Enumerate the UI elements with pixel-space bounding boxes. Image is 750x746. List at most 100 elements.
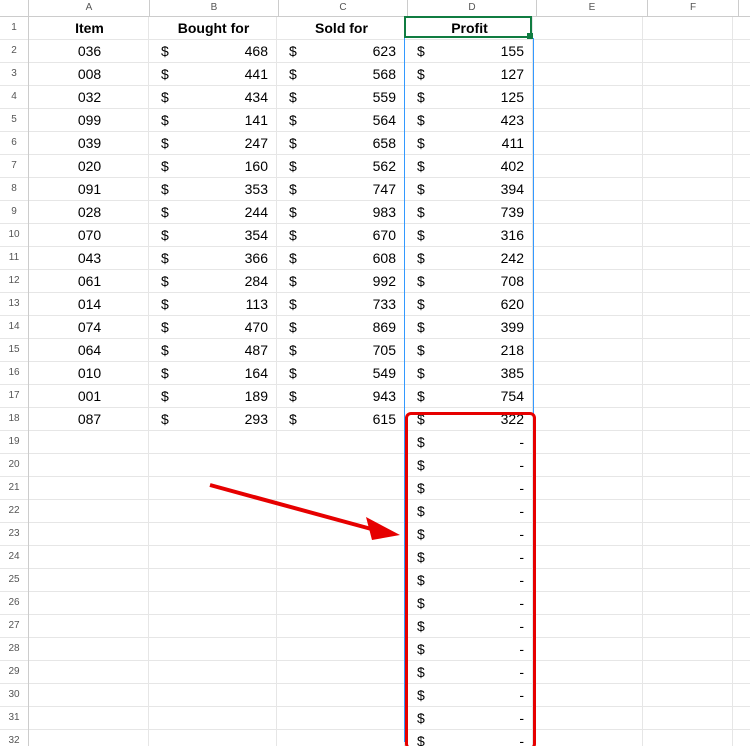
cell-F8[interactable]: [643, 178, 733, 200]
cell-profit-empty[interactable]: $ -: [405, 592, 533, 614]
cell-profit[interactable]: $ 316: [405, 224, 533, 246]
cell-item[interactable]: 001: [29, 385, 149, 407]
cell-E4[interactable]: [533, 86, 643, 108]
cell-profit-empty[interactable]: $ -: [405, 546, 533, 568]
cell-sold[interactable]: $ 983: [277, 201, 405, 223]
cell-F28[interactable]: [643, 638, 733, 660]
cell-B26[interactable]: [149, 592, 277, 614]
cell-profit-empty[interactable]: $ -: [405, 615, 533, 637]
cell-F26[interactable]: [643, 592, 733, 614]
cell-E12[interactable]: [533, 270, 643, 292]
cell-B29[interactable]: [149, 661, 277, 683]
cell-profit[interactable]: $ 411: [405, 132, 533, 154]
cell-item[interactable]: 074: [29, 316, 149, 338]
row-header-1[interactable]: 1: [0, 17, 28, 40]
cell-C22[interactable]: [277, 500, 405, 522]
cell-C24[interactable]: [277, 546, 405, 568]
cell-E5[interactable]: [533, 109, 643, 131]
cell-profit[interactable]: $ 155: [405, 40, 533, 62]
cell-F2[interactable]: [643, 40, 733, 62]
cell-sold[interactable]: $ 615: [277, 408, 405, 430]
cell-A27[interactable]: [29, 615, 149, 637]
cell-bought[interactable]: $ 468: [149, 40, 277, 62]
cell-E7[interactable]: [533, 155, 643, 177]
cell-profit[interactable]: $ 754: [405, 385, 533, 407]
cell-B27[interactable]: [149, 615, 277, 637]
cell-sold[interactable]: $ 559: [277, 86, 405, 108]
cell-E2[interactable]: [533, 40, 643, 62]
cell-B20[interactable]: [149, 454, 277, 476]
cell-B22[interactable]: [149, 500, 277, 522]
cell-bought[interactable]: $ 164: [149, 362, 277, 384]
cell-F9[interactable]: [643, 201, 733, 223]
row-header-25[interactable]: 25: [0, 569, 28, 592]
col-header-E[interactable]: E: [537, 0, 648, 16]
row-header-21[interactable]: 21: [0, 477, 28, 500]
cell-E16[interactable]: [533, 362, 643, 384]
cell-profit-empty[interactable]: $ -: [405, 477, 533, 499]
row-header-22[interactable]: 22: [0, 500, 28, 523]
cell-item[interactable]: 039: [29, 132, 149, 154]
cell-bought[interactable]: $ 434: [149, 86, 277, 108]
cell-profit-empty[interactable]: $ -: [405, 500, 533, 522]
row-header-32[interactable]: 32: [0, 730, 28, 746]
cell-profit[interactable]: $ 242: [405, 247, 533, 269]
cell-item[interactable]: 064: [29, 339, 149, 361]
cell-profit-empty[interactable]: $ -: [405, 638, 533, 660]
cell-item[interactable]: 070: [29, 224, 149, 246]
cell-B19[interactable]: [149, 431, 277, 453]
cell-profit[interactable]: $ 385: [405, 362, 533, 384]
cell-F31[interactable]: [643, 707, 733, 729]
cell-E13[interactable]: [533, 293, 643, 315]
row-header-6[interactable]: 6: [0, 132, 28, 155]
cell-sold[interactable]: $ 562: [277, 155, 405, 177]
cell-E28[interactable]: [533, 638, 643, 660]
row-header-19[interactable]: 19: [0, 431, 28, 454]
cell-profit[interactable]: $ 739: [405, 201, 533, 223]
cell-bought[interactable]: $ 189: [149, 385, 277, 407]
row-header-8[interactable]: 8: [0, 178, 28, 201]
col-header-B[interactable]: B: [150, 0, 279, 16]
cell-F15[interactable]: [643, 339, 733, 361]
cell-E3[interactable]: [533, 63, 643, 85]
cell-C26[interactable]: [277, 592, 405, 614]
cell-C19[interactable]: [277, 431, 405, 453]
cell-B31[interactable]: [149, 707, 277, 729]
cell-item[interactable]: 061: [29, 270, 149, 292]
cell-sold[interactable]: $ 549: [277, 362, 405, 384]
cell-E29[interactable]: [533, 661, 643, 683]
cell-sold[interactable]: $ 564: [277, 109, 405, 131]
cell-F6[interactable]: [643, 132, 733, 154]
cell-E25[interactable]: [533, 569, 643, 591]
cell-E20[interactable]: [533, 454, 643, 476]
cell-F19[interactable]: [643, 431, 733, 453]
cell-F13[interactable]: [643, 293, 733, 315]
cell-item[interactable]: 014: [29, 293, 149, 315]
cell-profit[interactable]: $ 394: [405, 178, 533, 200]
cell-F20[interactable]: [643, 454, 733, 476]
row-header-10[interactable]: 10: [0, 224, 28, 247]
cell-item[interactable]: 099: [29, 109, 149, 131]
cell-B28[interactable]: [149, 638, 277, 660]
cell-E10[interactable]: [533, 224, 643, 246]
cell-bought[interactable]: $ 441: [149, 63, 277, 85]
cell-E14[interactable]: [533, 316, 643, 338]
cell-bought[interactable]: $ 160: [149, 155, 277, 177]
cell-C32[interactable]: [277, 730, 405, 746]
cell-E6[interactable]: [533, 132, 643, 154]
cell-sold[interactable]: $ 608: [277, 247, 405, 269]
cell-F25[interactable]: [643, 569, 733, 591]
cell-A20[interactable]: [29, 454, 149, 476]
row-header-31[interactable]: 31: [0, 707, 28, 730]
cell-F30[interactable]: [643, 684, 733, 706]
cell-sold[interactable]: $ 869: [277, 316, 405, 338]
cell-profit-empty[interactable]: $ -: [405, 569, 533, 591]
cell-item[interactable]: 036: [29, 40, 149, 62]
cell-F3[interactable]: [643, 63, 733, 85]
cell-E31[interactable]: [533, 707, 643, 729]
row-header-17[interactable]: 17: [0, 385, 28, 408]
row-header-23[interactable]: 23: [0, 523, 28, 546]
header-bought[interactable]: Bought for: [149, 17, 277, 39]
cell-sold[interactable]: $ 733: [277, 293, 405, 315]
cell-E22[interactable]: [533, 500, 643, 522]
